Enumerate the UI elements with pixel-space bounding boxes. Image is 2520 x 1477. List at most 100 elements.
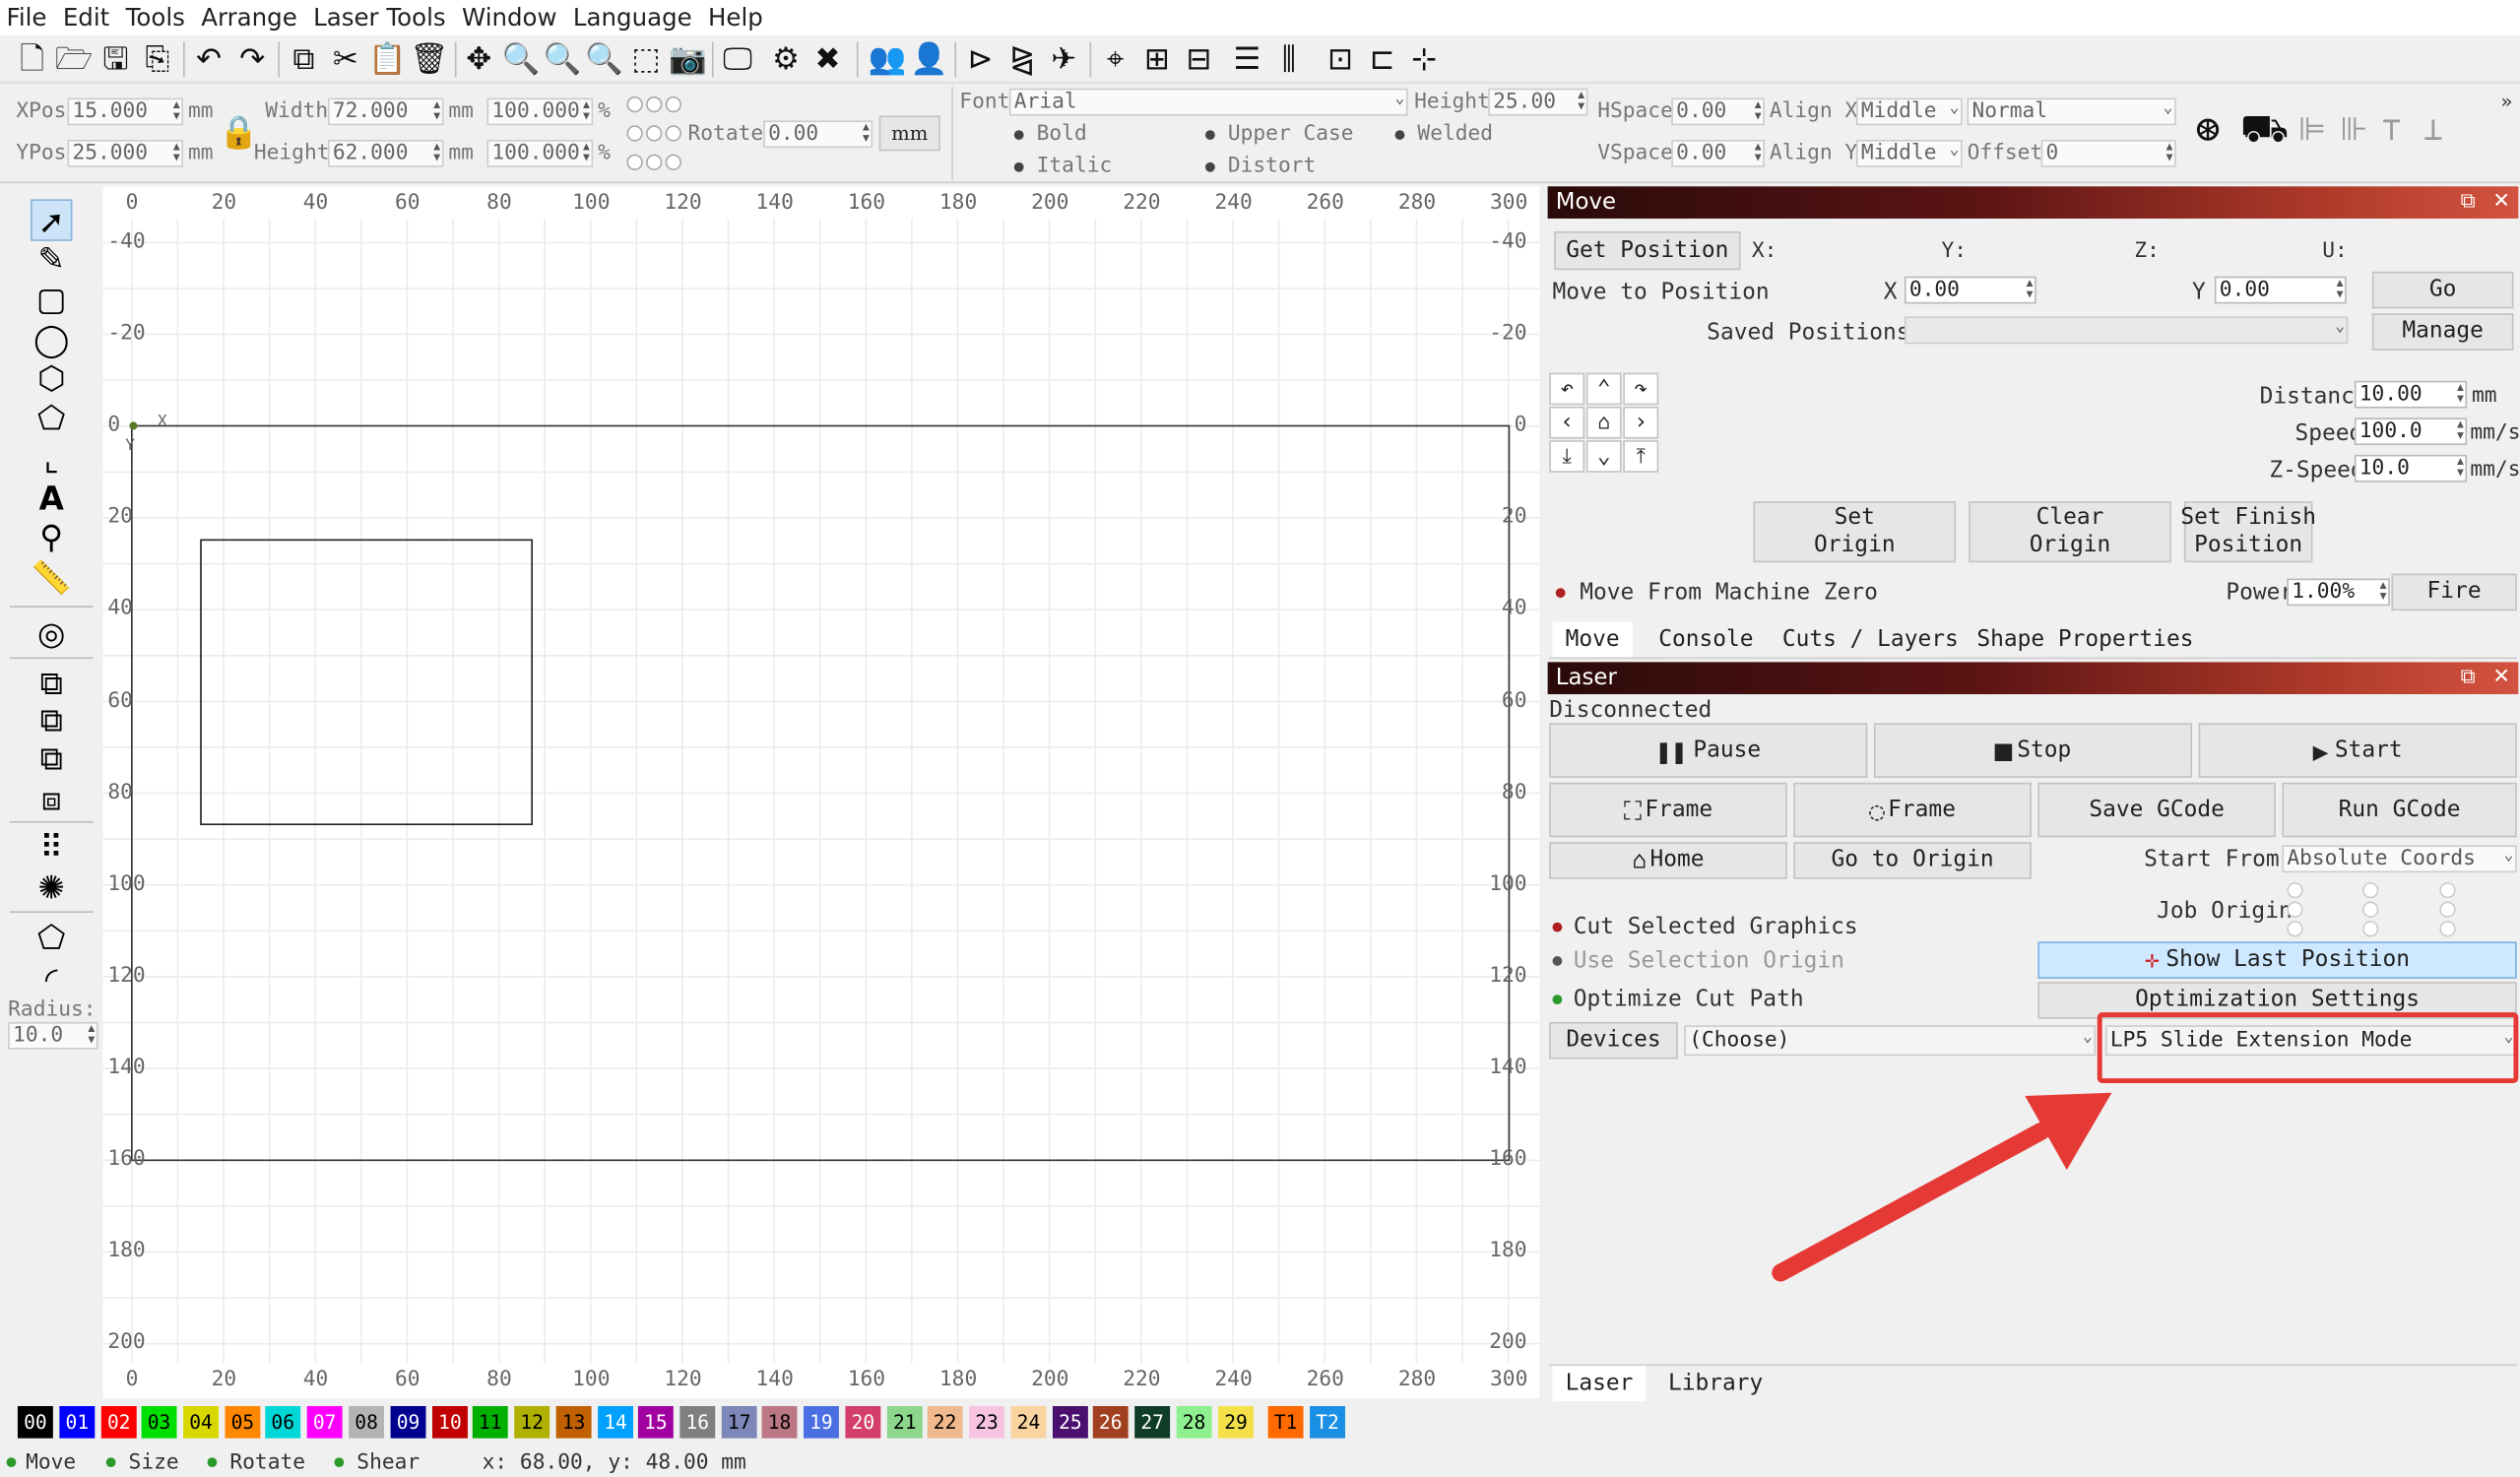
frame-button[interactable]: ⛶ Frame <box>1549 782 1787 838</box>
toolbar-overflow-icon[interactable]: » <box>2500 90 2512 112</box>
spin-arrows-icon[interactable]: ▲ ▼ <box>863 122 870 145</box>
spin-arrows-icon[interactable]: ▲ ▼ <box>2337 278 2344 300</box>
z-speed-input[interactable]: 10.0 ▲ ▼ <box>2354 454 2468 482</box>
camera-icon[interactable]: 📷 <box>669 40 707 79</box>
edit-nodes-icon[interactable]: ⬠ <box>31 916 72 957</box>
pen-tool-icon[interactable]: ✎ <box>31 238 72 280</box>
users-icon[interactable]: 👥 <box>868 40 907 79</box>
laser-engraver-icon[interactable]: ⛟ <box>2240 106 2289 157</box>
toolpath-view-icon[interactable]: ⊛ <box>2195 106 2221 155</box>
align-y-select[interactable]: Middle ⌄ <box>1855 139 1963 167</box>
color-swatch-27[interactable]: 27 <box>1134 1406 1171 1439</box>
align-icon[interactable]: ⊞ <box>1137 40 1176 79</box>
color-swatch-08[interactable]: 08 <box>349 1406 385 1439</box>
spacing-icon[interactable]: ⊹ <box>1404 40 1443 79</box>
grid-align-icon[interactable]: ⊡ <box>1322 40 1360 79</box>
corner-tool-icon[interactable]: ⌞ <box>31 439 72 481</box>
spin-arrows-icon[interactable]: ▲ ▼ <box>583 142 590 164</box>
align-bars-icon[interactable]: ⫼ <box>1269 40 1308 79</box>
fire-button[interactable]: Fire <box>2391 573 2517 611</box>
jog-left-icon[interactable]: ‹ <box>1549 406 1585 439</box>
tab-laser[interactable]: Laser <box>1552 1366 1647 1402</box>
copy-icon[interactable]: ⧉ <box>285 40 323 79</box>
menu-edit[interactable]: Edit <box>63 3 109 32</box>
width-input[interactable]: 72.000 ▲ ▼ <box>327 97 444 126</box>
anchor-radio[interactable] <box>646 154 663 170</box>
send-icon[interactable]: ✈ <box>1045 40 1083 79</box>
z-up-icon[interactable]: ⤒ <box>1623 440 1659 473</box>
move-y-input[interactable]: 0.00 ▲ ▼ <box>2214 276 2347 304</box>
tab-shape-properties[interactable]: Shape Properties <box>1964 622 2206 658</box>
job-origin-radio-middle-left[interactable] <box>2287 901 2303 918</box>
color-swatch-16[interactable]: 16 <box>679 1406 716 1439</box>
zoom-out-icon[interactable]: 🔍 <box>585 40 623 79</box>
spin-arrows-icon[interactable]: ▲ ▼ <box>88 1024 95 1047</box>
upper-case-toggle[interactable] <box>1205 130 1215 140</box>
ellipse-tool-icon[interactable]: ◯ <box>31 318 72 359</box>
optimize-cut-path-toggle[interactable] <box>1552 995 1563 1004</box>
menu-laser-tools[interactable]: Laser Tools <box>313 3 446 32</box>
menu-file[interactable]: File <box>7 3 47 32</box>
job-origin-radio-middle-right[interactable] <box>2439 901 2456 918</box>
menu-tools[interactable]: Tools <box>126 3 185 32</box>
cut-selected-toggle[interactable] <box>1552 922 1563 932</box>
color-swatch-00[interactable]: 00 <box>17 1406 53 1439</box>
home-icon[interactable]: ⌂ <box>1585 406 1622 439</box>
color-swatch-25[interactable]: 25 <box>1052 1406 1088 1439</box>
speed-input[interactable]: 100.0 ▲ ▼ <box>2354 417 2468 446</box>
hspace-input[interactable]: 0.00 ▲ ▼ <box>1671 97 1765 126</box>
ypos-input[interactable]: 25.000 ▲ ▼ <box>67 139 184 167</box>
new-file-icon[interactable]: 🗋 <box>13 40 51 79</box>
spin-arrows-icon[interactable]: ▲ ▼ <box>2457 382 2464 405</box>
spin-arrows-icon[interactable]: ▲ ▼ <box>2380 580 2387 603</box>
vspace-input[interactable]: 0.00 ▲ ▼ <box>1671 139 1765 167</box>
rotate-right-icon[interactable]: ↷ <box>1623 372 1659 406</box>
power-input[interactable]: 1.00% ▲ ▼ <box>2287 578 2390 607</box>
color-swatch-03[interactable]: 03 <box>141 1406 177 1439</box>
align-center-icon[interactable]: ⊪ <box>2340 109 2367 148</box>
use-selection-origin-toggle[interactable] <box>1552 956 1563 966</box>
select-tool-icon[interactable]: ➚ <box>31 199 73 241</box>
text-tool-icon[interactable]: A <box>31 478 72 519</box>
zoom-fit-icon[interactable]: 🔍 <box>501 40 540 79</box>
export-icon[interactable]: ⎘ <box>138 40 176 79</box>
stop-button[interactable]: ■ Stop <box>1873 723 2193 778</box>
color-swatch-09[interactable]: 09 <box>390 1406 426 1439</box>
spin-arrows-icon[interactable]: ▲ ▼ <box>1755 142 1762 164</box>
jog-down-icon[interactable]: ⌄ <box>1585 440 1622 473</box>
color-swatch-04[interactable]: 04 <box>183 1406 219 1439</box>
weld-icon[interactable]: ⧈ <box>31 778 72 819</box>
align-bottom-icon[interactable]: ⊥ <box>2423 109 2443 148</box>
spin-arrows-icon[interactable]: ▲ ▼ <box>2457 456 2464 479</box>
polygon-tool-icon[interactable]: ⬡ <box>31 356 72 398</box>
color-swatch-18[interactable]: 18 <box>761 1406 798 1439</box>
welded-toggle[interactable] <box>1394 130 1405 140</box>
offset-tool-icon[interactable]: ◎ <box>31 612 72 654</box>
tab-cuts-layers[interactable]: Cuts / Layers <box>1770 622 1971 658</box>
redo-icon[interactable]: ↷ <box>233 40 272 79</box>
spin-arrows-icon[interactable]: ▲ ▼ <box>173 99 180 122</box>
cut-icon[interactable]: ✂ <box>326 40 364 79</box>
rotate-left-icon[interactable]: ↶ <box>1549 372 1585 406</box>
move-toggle[interactable] <box>6 1457 17 1468</box>
color-swatch-22[interactable]: 22 <box>927 1406 963 1439</box>
color-swatch-14[interactable]: 14 <box>598 1406 634 1439</box>
delete-icon[interactable]: 🗑 <box>410 40 448 79</box>
tab-console[interactable]: Console <box>1646 622 1766 658</box>
device-select[interactable]: (Choose) ⌄ <box>1684 1025 2097 1057</box>
menu-language[interactable]: Language <box>573 3 692 32</box>
bold-toggle[interactable] <box>1013 130 1024 140</box>
start-button[interactable]: ▶ Start <box>2198 723 2517 778</box>
color-swatch-t2[interactable]: T2 <box>1310 1406 1345 1439</box>
rotate-toggle[interactable] <box>207 1457 218 1468</box>
tab-move[interactable]: Move <box>1552 621 1633 658</box>
round-corners-icon[interactable]: ◜ <box>31 958 72 999</box>
color-swatch-10[interactable]: 10 <box>432 1406 468 1439</box>
monitor-icon[interactable]: 🖵 <box>719 40 757 79</box>
align-top-icon[interactable]: ⊤ <box>2382 109 2402 148</box>
dock-icon[interactable]: ⊏ <box>1363 40 1401 79</box>
undo-icon[interactable]: ↶ <box>190 40 228 79</box>
size-toggle[interactable] <box>105 1457 116 1468</box>
move-from-zero-toggle[interactable] <box>1555 588 1566 599</box>
show-last-position-button[interactable]: ✛ Show Last Position <box>2037 941 2517 979</box>
